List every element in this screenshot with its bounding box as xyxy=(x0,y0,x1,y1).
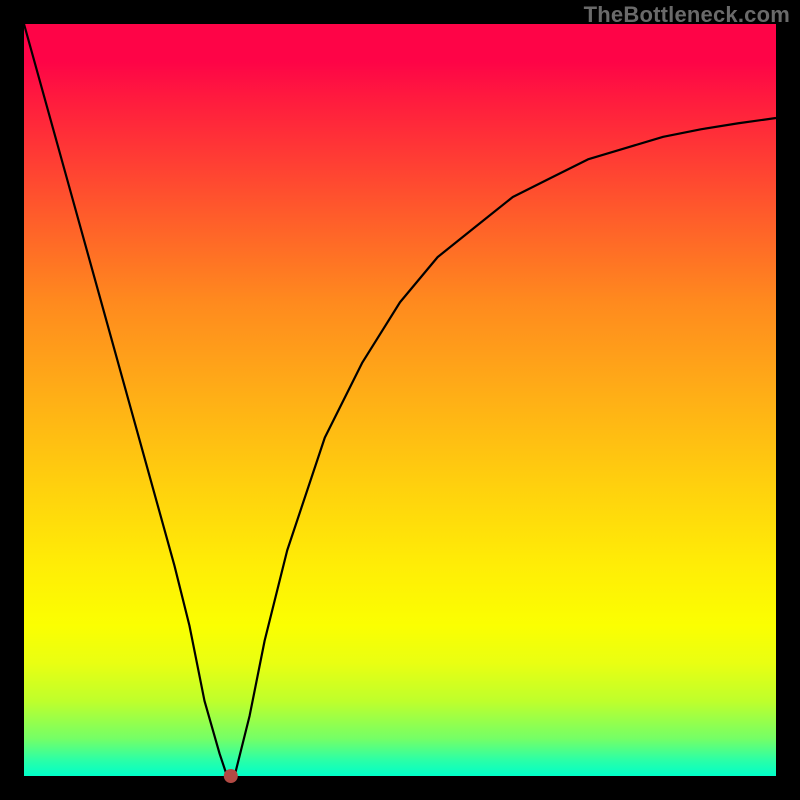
plot-area xyxy=(24,24,776,776)
chart-frame: TheBottleneck.com xyxy=(0,0,800,800)
bottleneck-curve xyxy=(24,24,776,776)
curve-svg xyxy=(24,24,776,776)
optimal-point-marker xyxy=(224,769,238,783)
